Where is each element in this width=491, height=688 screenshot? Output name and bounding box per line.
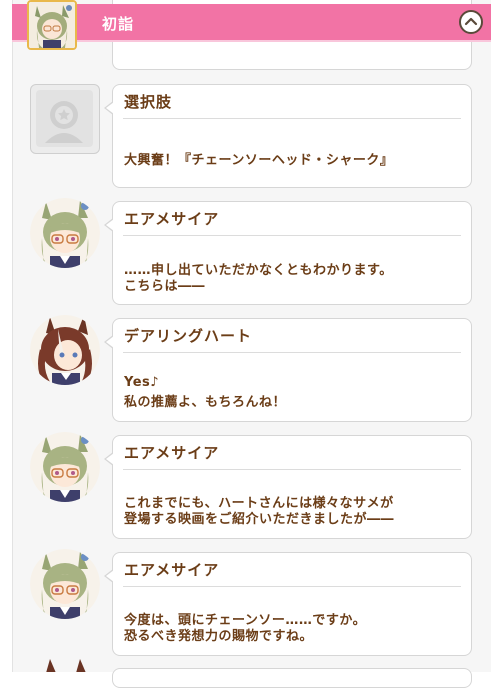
bubble-divider [123, 235, 461, 236]
story-title: 初詣 [102, 15, 135, 33]
bubble-divider [123, 118, 461, 119]
eishin-avatar-icon [29, 2, 75, 48]
message-bubble: エアメサイア 今度は、頭にチェーンソー……ですか。 恐るべき発想力の賜物ですね。 [104, 552, 472, 656]
bubble-divider [123, 469, 461, 470]
character-avatar-partial [30, 658, 100, 672]
collapse-button[interactable] [459, 10, 483, 34]
message-line: Yes♪ [124, 375, 160, 390]
message-bubble: 選択肢 大興奮！『チェーンソーヘッド・シャーク』 [104, 84, 472, 188]
character-avatar [30, 315, 100, 385]
message-line: 私の推薦よ、もちろんね！ [124, 395, 287, 410]
message-line: 大興奮！『チェーンソーヘッド・シャーク』 [124, 153, 394, 168]
character-avatar [30, 198, 100, 268]
character-avatar [30, 432, 100, 502]
message-line: 登場する映画をご紹介いただきましたが―― [124, 512, 395, 527]
next-message-bubble [112, 668, 472, 688]
air-messiah-avatar [30, 198, 100, 268]
header-character-avatar [27, 0, 77, 50]
speaker-name: デアリングハート [124, 327, 253, 345]
air-messiah-avatar [30, 549, 100, 619]
story-header: 初詣 [12, 4, 491, 42]
message-bubble: エアメサイア これまでにも、ハートさんには様々なサメが 登場する映画をご紹介いた… [104, 435, 472, 539]
bubble-divider [123, 586, 461, 587]
character-avatar [30, 549, 100, 619]
daring-heart-avatar [46, 659, 86, 672]
speaker-name: エアメサイア [124, 210, 220, 228]
speaker-name: エアメサイア [124, 444, 220, 462]
chevron-up-icon [464, 17, 478, 26]
speaker-name: エアメサイア [124, 561, 220, 579]
daring-heart-avatar [30, 315, 100, 385]
placeholder-avatar-icon [36, 90, 93, 147]
message-bubble: エアメサイア ……申し出ていただかなくともわかります。 こちらは―― [104, 201, 472, 305]
message-bubble: デアリングハート Yes♪ 私の推薦よ、もちろんね！ [104, 318, 472, 422]
speaker-name: 選択肢 [124, 93, 173, 111]
bubble-divider [123, 352, 461, 353]
air-messiah-avatar [30, 432, 100, 502]
message-line: 恐るべき発想力の賜物ですね。 [124, 629, 314, 644]
message-line: こちらは―― [124, 279, 206, 294]
choice-avatar [30, 84, 100, 154]
